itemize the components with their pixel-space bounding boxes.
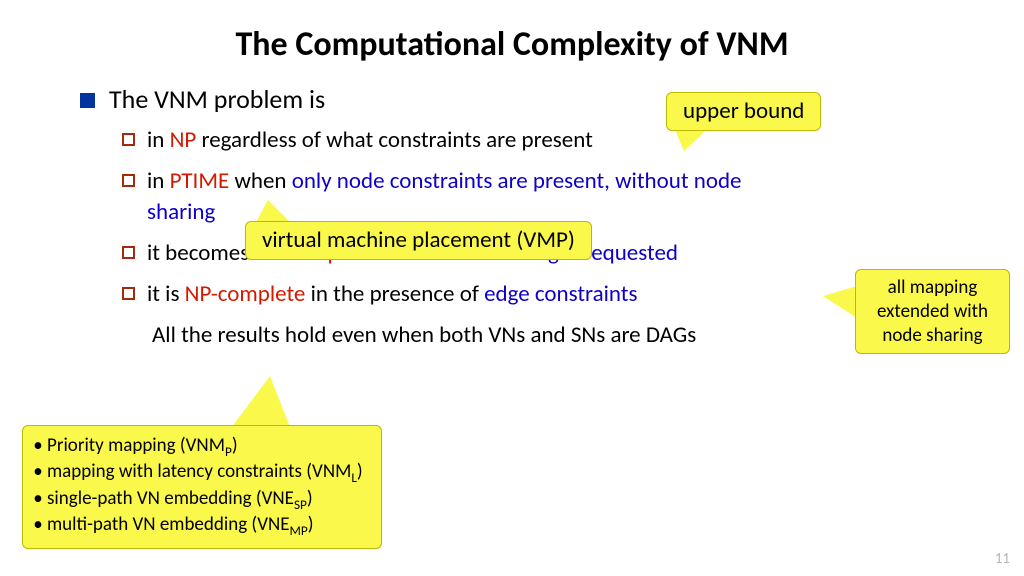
page-number: 11 (995, 550, 1010, 568)
square-filled-icon (80, 93, 95, 108)
t: ) (357, 460, 363, 483)
callout-text: virtual machine placement (VMP) (262, 226, 575, 254)
bullet-text: in PTIME when only node constraints are … (147, 166, 814, 228)
bullet-dot-icon: • (33, 513, 43, 537)
callout-text: upper bound (683, 97, 804, 125)
text: mapping with latency constraints (VNML) (47, 460, 363, 486)
callout-tail-icon (823, 286, 857, 318)
callout-text: all mapping (866, 276, 999, 300)
bullet-level3: All the results hold even when both VNs … (152, 320, 904, 351)
text: it is (147, 280, 185, 308)
text: in the presence of (305, 280, 484, 308)
bullet-text: The VNM problem is (109, 83, 325, 115)
text: it becomes (147, 239, 254, 267)
t: Priority mapping (VNM (47, 434, 225, 457)
text: single-path VN embedding (VNESP) (47, 487, 313, 513)
text: in (147, 126, 170, 154)
list-item: • multi-path VN embedding (VNEMP) (33, 513, 363, 539)
t: ) (232, 434, 238, 457)
sub: SP (294, 496, 307, 513)
callout-upper-bound: upper bound (666, 92, 821, 131)
text: multi-path VN embedding (VNEMP) (47, 513, 314, 539)
bullet-dot-icon: • (33, 434, 43, 458)
sub: P (225, 443, 232, 460)
slide: The Computational Complexity of VNM The … (0, 0, 1024, 576)
slide-title: The Computational Complexity of VNM (60, 24, 964, 65)
text-blue: edge constraints (484, 280, 637, 308)
bullet-level2: in PTIME when only node constraints are … (122, 166, 814, 228)
callout-tail-icon (228, 376, 292, 432)
text: when (229, 167, 291, 195)
t: ) (308, 513, 314, 536)
text: regardless of what constraints are prese… (196, 126, 593, 154)
bullet-text: it is NP-complete in the presence of edg… (147, 279, 637, 310)
bullet-level1: The VNM problem is (80, 83, 964, 115)
text: Priority mapping (VNMP) (47, 434, 238, 460)
bullet-text: in NP regardless of what constraints are… (147, 125, 593, 156)
text-red: PTIME (170, 167, 230, 195)
list-item: • single-path VN embedding (VNESP) (33, 487, 363, 513)
t: mapping with latency constraints (VNM (47, 460, 351, 483)
bullet-level2: it is NP-complete in the presence of edg… (122, 279, 784, 310)
t: multi-path VN embedding (VNE (47, 513, 290, 536)
bullet-dot-icon: • (33, 487, 43, 511)
square-hollow-icon (122, 287, 135, 300)
callout-text: node sharing (866, 324, 999, 348)
bullet-dot-icon: • (33, 460, 43, 484)
sub: MP (290, 522, 308, 539)
square-hollow-icon (122, 174, 135, 187)
t: single-path VN embedding (VNE (47, 487, 294, 510)
callout-node-sharing: all mapping extended with node sharing (855, 269, 1010, 354)
text-red: NP (170, 126, 197, 154)
square-hollow-icon (122, 246, 135, 259)
t: ) (307, 487, 313, 510)
list-item: • Priority mapping (VNMP) (33, 434, 363, 460)
callout-text: extended with (866, 300, 999, 324)
list-item: • mapping with latency constraints (VNML… (33, 460, 363, 486)
text-red: NP-complete (185, 280, 306, 308)
text: in (147, 167, 170, 195)
callout-mapping-list: • Priority mapping (VNMP) • mapping with… (22, 425, 382, 549)
square-hollow-icon (122, 133, 135, 146)
callout-vmp: virtual machine placement (VMP) (245, 221, 592, 260)
